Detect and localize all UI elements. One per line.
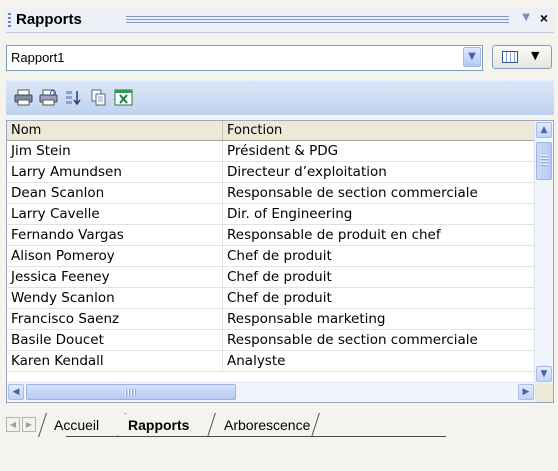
sort-icon[interactable] [64, 88, 83, 107]
cell-fonction: Responsable de section commerciale [227, 332, 478, 348]
drag-grip-icon[interactable] [8, 13, 11, 27]
column-header-fonction[interactable]: Fonction [223, 121, 536, 140]
table-row[interactable]: Larry Amundsen Directeur d’exploitation [7, 162, 536, 183]
panel-title: Rapports [16, 11, 82, 28]
vertical-scrollbar[interactable]: ▲ ▼ [534, 121, 553, 383]
report-grid: Nom Fonction Jim Stein Président & PDG L… [6, 120, 554, 403]
scrollbar-corner [535, 383, 553, 402]
pin-icon[interactable]: ▼ [522, 12, 530, 23]
table-row[interactable]: Wendy Scanlon Chef de produit [7, 288, 536, 309]
table-row[interactable]: Larry Cavelle Dir. of Engineering [7, 204, 536, 225]
cell-fonction: Directeur d’exploitation [227, 164, 387, 180]
scroll-grip-icon [541, 155, 548, 166]
tab-baseline [66, 436, 446, 437]
cell-fonction: Responsable de produit en chef [227, 227, 441, 243]
cell-nom: Alison Pomeroy [7, 246, 223, 267]
grid-view-icon [502, 51, 518, 63]
report-select-value: Rapport1 [11, 50, 65, 65]
table-row[interactable]: Karen Kendall Analyste [7, 351, 536, 372]
tab-bar: ◀ ▶ Accueil Rapports Arborescence [0, 405, 558, 437]
cell-fonction: Analyste [227, 353, 286, 369]
cell-nom: Fernando Vargas [7, 225, 223, 246]
cell-nom: Jessica Feeney [7, 267, 223, 288]
report-toolbar [6, 80, 554, 115]
cell-nom: Francisco Saenz [7, 309, 223, 330]
title-bar-decoration [126, 16, 509, 23]
print-icon[interactable] [14, 88, 33, 107]
tab-rapports[interactable]: Rapports [118, 414, 200, 436]
cell-nom: Jim Stein [7, 141, 223, 162]
chevron-down-icon[interactable]: ▼ [463, 47, 481, 67]
panel-title-bar[interactable]: Rapports ▼ × [6, 8, 554, 33]
table-row[interactable]: Basile Doucet Responsable de section com… [7, 330, 536, 351]
scroll-right-icon[interactable]: ▶ [518, 384, 534, 400]
cell-fonction: Chef de produit [227, 269, 332, 285]
cell-nom: Basile Doucet [7, 330, 223, 351]
cell-fonction: Responsable marketing [227, 311, 386, 327]
cell-fonction: Responsable de section commerciale [227, 185, 478, 201]
tab-arborescence[interactable]: Arborescence [214, 414, 320, 436]
reports-panel: Rapports ▼ × Rapport1 ▼ ▼ Nom Fonction J… [0, 0, 558, 471]
table-row[interactable]: Jessica Feeney Chef de produit [7, 267, 536, 288]
cell-nom: Larry Amundsen [7, 162, 223, 183]
cell-nom: Karen Kendall [7, 351, 223, 372]
scroll-grip-icon [125, 389, 136, 396]
vertical-scroll-thumb[interactable] [536, 142, 552, 180]
horizontal-scroll-thumb[interactable] [26, 384, 236, 400]
cell-fonction: Chef de produit [227, 248, 332, 264]
print-preview-icon[interactable] [39, 88, 58, 107]
view-mode-button[interactable]: ▼ [492, 45, 552, 69]
tab-accueil[interactable]: Accueil [44, 414, 109, 436]
export-excel-icon[interactable] [114, 88, 133, 107]
cell-nom: Wendy Scanlon [7, 288, 223, 309]
cell-fonction: Président & PDG [227, 143, 339, 159]
tab-nav-prev-icon[interactable]: ◀ [6, 417, 20, 432]
table-row[interactable]: Jim Stein Président & PDG [7, 141, 536, 162]
table-row[interactable]: Dean Scanlon Responsable de section comm… [7, 183, 536, 204]
cell-nom: Larry Cavelle [7, 204, 223, 225]
table-row[interactable]: Alison Pomeroy Chef de produit [7, 246, 536, 267]
table-row[interactable]: Francisco Saenz Responsable marketing [7, 309, 536, 330]
report-select[interactable]: Rapport1 ▼ [6, 45, 483, 71]
copy-icon[interactable] [89, 88, 108, 107]
cell-nom: Dean Scanlon [7, 183, 223, 204]
grid-header: Nom Fonction [7, 121, 536, 141]
column-header-nom[interactable]: Nom [7, 121, 223, 140]
triangle-down-icon: ▼ [531, 49, 540, 62]
horizontal-scrollbar[interactable]: ◀ ▶ [7, 382, 536, 402]
scroll-down-icon[interactable]: ▼ [536, 366, 552, 382]
close-icon[interactable]: × [540, 10, 548, 26]
cell-fonction: Dir. of Engineering [227, 206, 353, 222]
cell-fonction: Chef de produit [227, 290, 332, 306]
scroll-left-icon[interactable]: ◀ [8, 384, 24, 400]
tab-nav-next-icon[interactable]: ▶ [22, 417, 36, 432]
table-row[interactable]: Fernando Vargas Responsable de produit e… [7, 225, 536, 246]
scroll-up-icon[interactable]: ▲ [536, 122, 552, 138]
